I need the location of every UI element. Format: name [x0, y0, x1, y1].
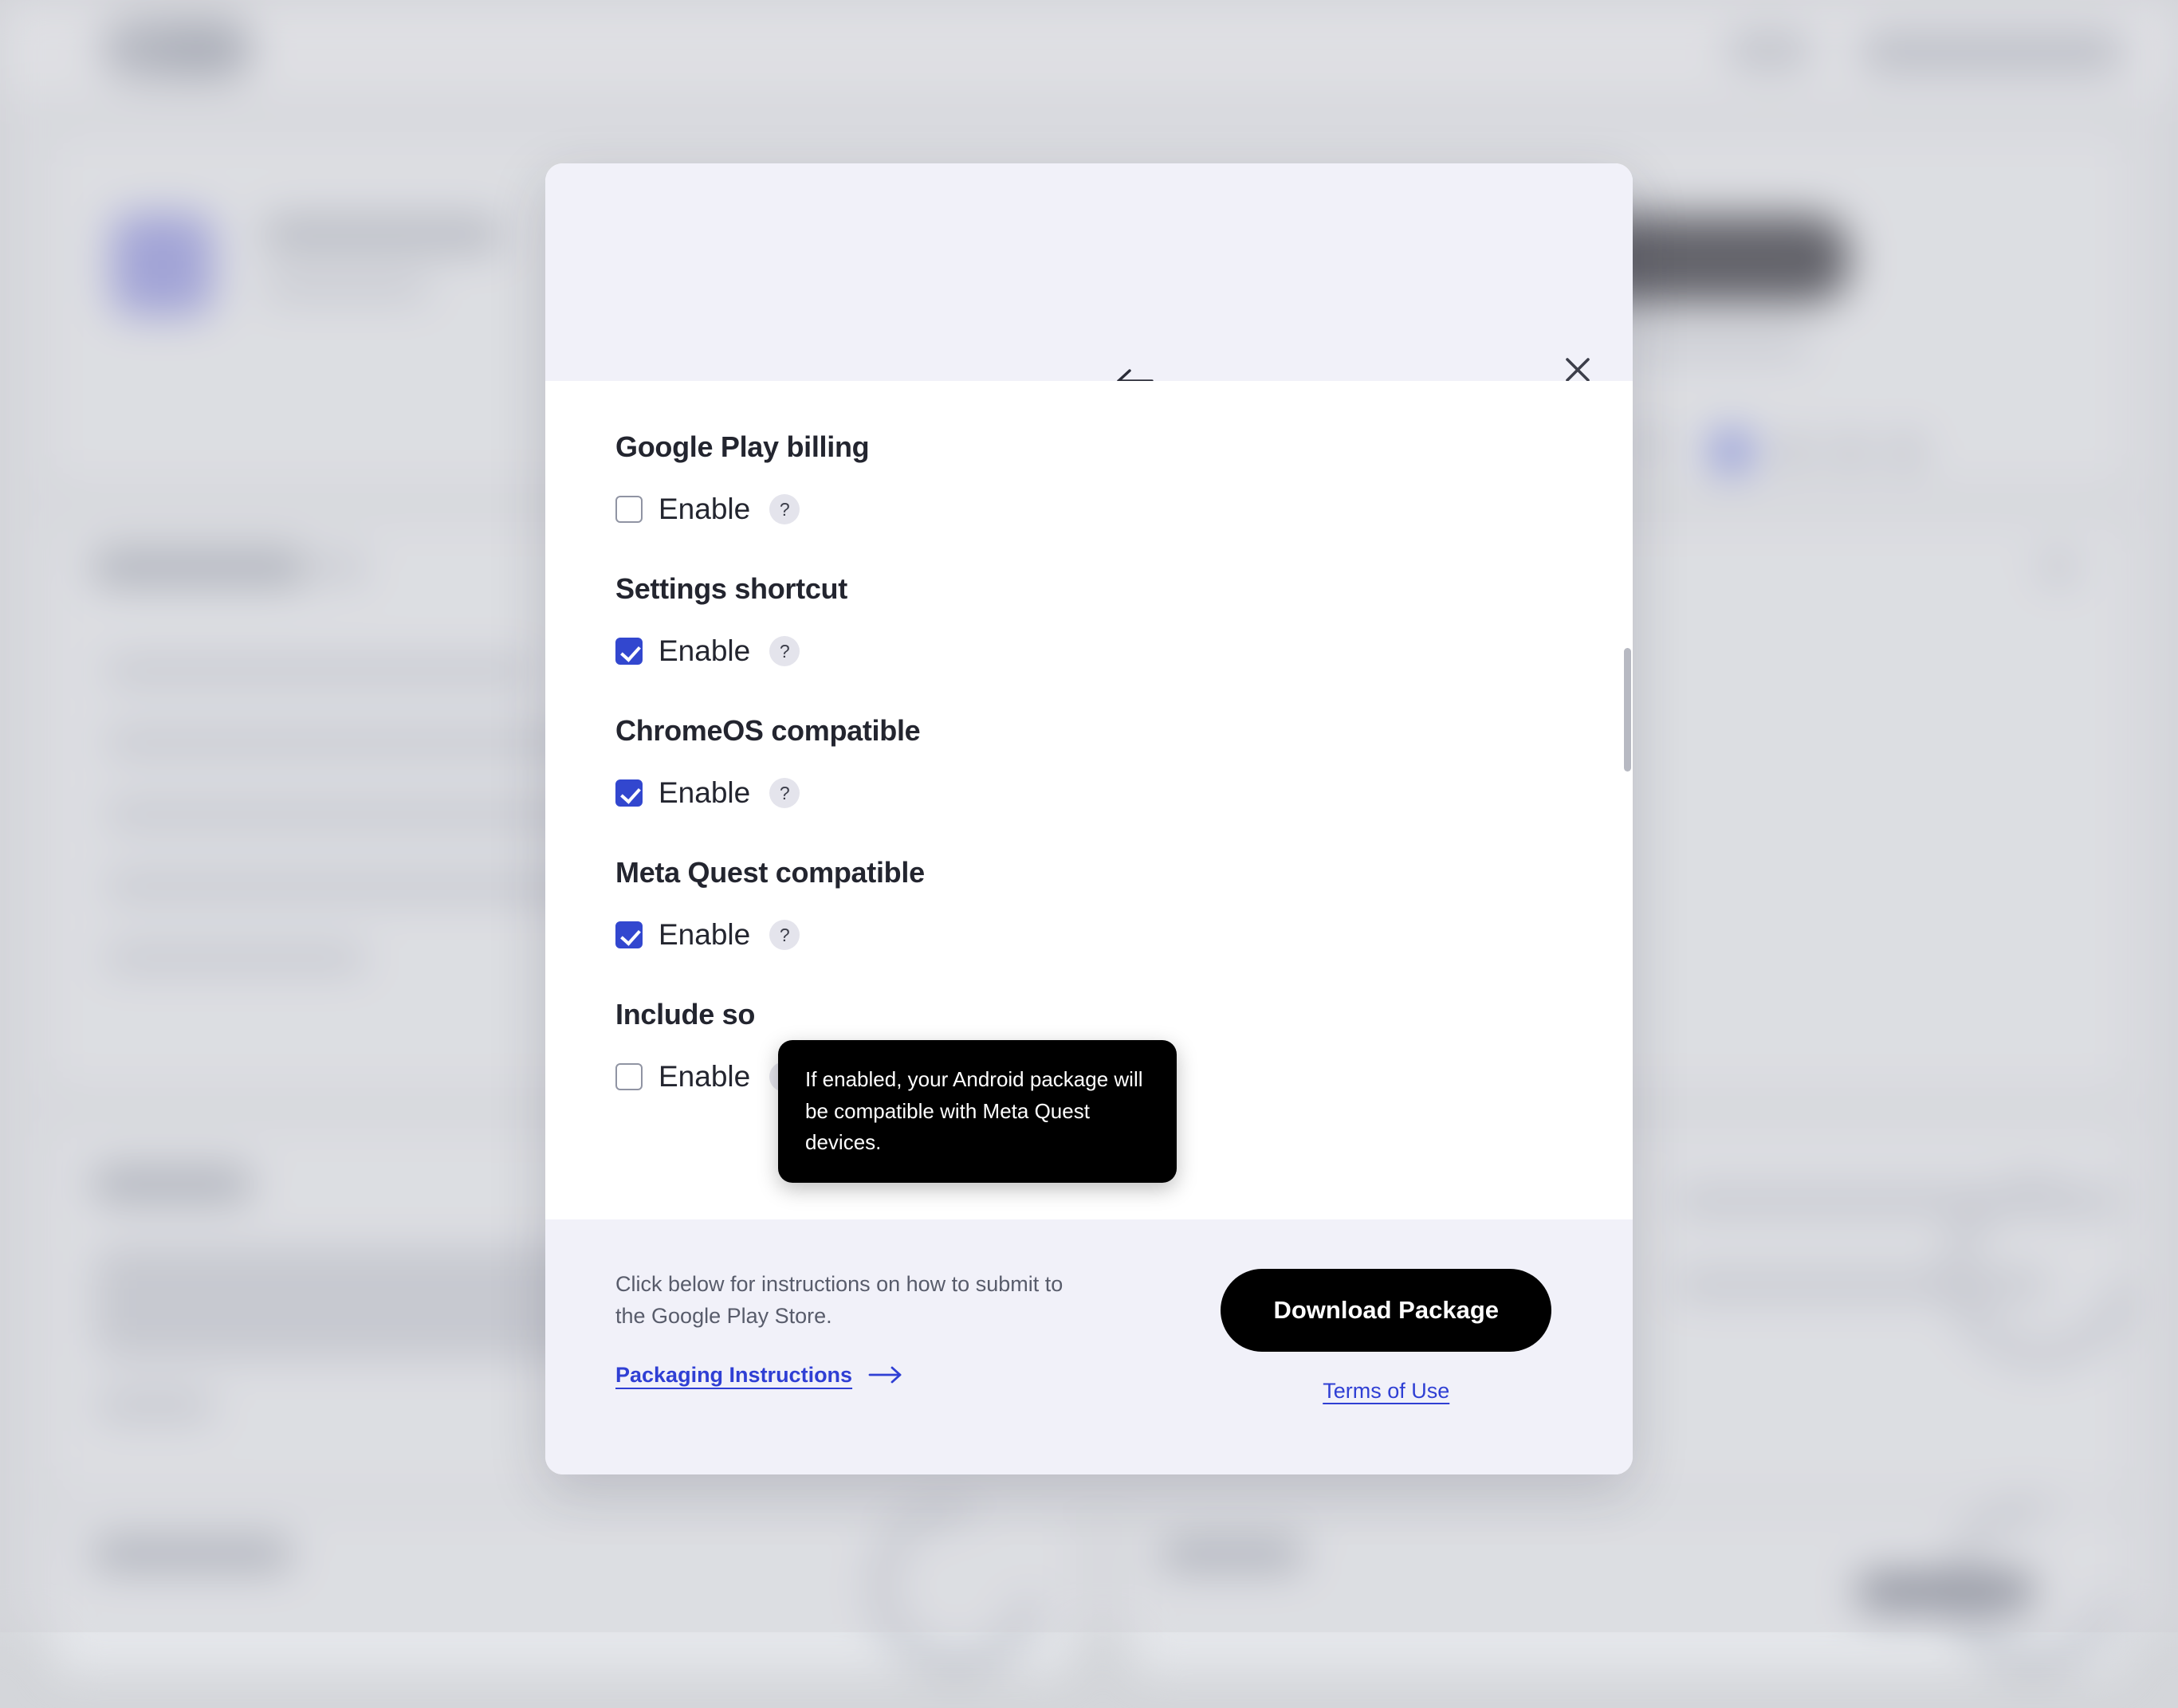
option-row: Enable ? [615, 776, 1582, 810]
option-group-settings-shortcut: Settings shortcut Enable ? [615, 572, 1582, 668]
terms-of-use-link[interactable]: Terms of Use [1323, 1379, 1449, 1404]
close-icon [1564, 356, 1591, 383]
enable-label: Enable [659, 776, 750, 810]
option-title: Settings shortcut [615, 572, 1582, 606]
footer-right: Download Package Terms of Use [1221, 1269, 1551, 1474]
options-scrollbar-thumb[interactable] [1624, 648, 1631, 772]
option-title: ChromeOS compatible [615, 714, 1582, 748]
footer-instructions-text: Click below for instructions on how to s… [615, 1269, 1094, 1333]
enable-checkbox-google-play-billing[interactable] [615, 496, 643, 523]
option-title: Include so [615, 998, 1582, 1031]
packaging-instructions-link[interactable]: Packaging Instructions [615, 1363, 903, 1388]
options-scrollbar[interactable] [1610, 430, 1622, 1211]
help-icon[interactable]: ? [769, 494, 800, 524]
option-group-chromeos-compatible: ChromeOS compatible Enable ? [615, 714, 1582, 810]
arrow-right-icon [870, 1366, 903, 1384]
android-package-options-dialog: Android Package Options Customize your A… [545, 163, 1633, 1474]
dialog-footer: Click below for instructions on how to s… [545, 1219, 1633, 1474]
help-icon[interactable]: ? [769, 636, 800, 666]
option-title: Meta Quest compatible [615, 856, 1582, 889]
enable-checkbox-chromeos-compatible[interactable] [615, 779, 643, 807]
enable-checkbox-meta-quest-compatible[interactable] [615, 921, 643, 948]
footer-left: Click below for instructions on how to s… [615, 1269, 1094, 1474]
download-package-button[interactable]: Download Package [1221, 1269, 1551, 1352]
option-group-meta-quest-compatible: Meta Quest compatible Enable ? [615, 856, 1582, 952]
packaging-instructions-label: Packaging Instructions [615, 1363, 852, 1388]
option-title: Google Play billing [615, 430, 1582, 464]
enable-label: Enable [659, 1060, 750, 1094]
enable-checkbox-include-source[interactable] [615, 1063, 643, 1090]
enable-label: Enable [659, 634, 750, 668]
option-group-google-play-billing: Google Play billing Enable ? [615, 430, 1582, 526]
option-row: Enable ? [615, 634, 1582, 668]
help-icon[interactable]: ? [769, 778, 800, 808]
enable-label: Enable [659, 918, 750, 952]
help-icon-meta-quest[interactable]: ? [769, 920, 800, 950]
option-row: Enable ? [615, 918, 1582, 952]
option-row: Enable ? [615, 493, 1582, 526]
enable-label: Enable [659, 493, 750, 526]
dialog-header [545, 163, 1633, 381]
enable-checkbox-settings-shortcut[interactable] [615, 638, 643, 665]
meta-quest-tooltip: If enabled, your Android package will be… [778, 1040, 1177, 1183]
